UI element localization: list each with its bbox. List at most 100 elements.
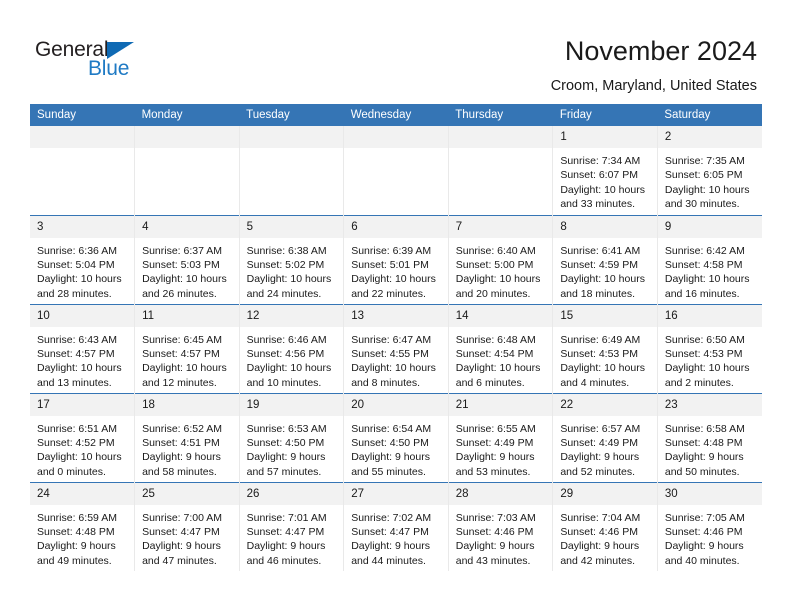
sunrise-text: Sunrise: 6:58 AM [664, 422, 745, 435]
sunrise-text: Sunrise: 7:05 AM [664, 511, 745, 524]
calendar-day-cell-empty [343, 126, 449, 215]
day-number [448, 126, 553, 148]
calendar-day-cell[interactable]: 19 Sunrise: 6:53 AM Sunset: 4:50 PM Dayligh… [238, 392, 345, 482]
sunset-text: Sunset: 4:55 PM [351, 347, 429, 360]
daylight-text: Daylight: 10 hours and 6 minutes. [455, 362, 541, 389]
sunset-text: Sunset: 4:46 PM [455, 525, 534, 538]
calendar-day-cell[interactable]: 30 Sunrise: 7:05 AM Sunset: 4:46 PM Dayligh… [656, 481, 762, 571]
calendar-day-cell[interactable]: 27 Sunrise: 7:02 AM Sunset: 4:47 PM Dayligh… [343, 481, 449, 571]
calendar-day-cell[interactable]: 7 Sunrise: 6:40 AM Sunset: 5:00 PM Daylight… [447, 214, 554, 304]
day-number: 3 [30, 215, 135, 238]
sunrise-text: Sunrise: 7:00 AM [142, 511, 223, 524]
calendar-day-cell-empty [238, 126, 345, 215]
calendar-day-cell[interactable]: 1 Sunrise: 7:34 AM Sunset: 6:07 PM Daylight… [552, 126, 658, 215]
daylight-text: Daylight: 9 hours and 43 minutes. [455, 540, 535, 567]
sunrise-text: Sunrise: 6:42 AM [664, 244, 745, 257]
calendar-day-cell[interactable]: 3 Sunrise: 6:36 AM Sunset: 5:04 PM Daylight… [30, 214, 136, 304]
sunrise-text: Sunrise: 6:45 AM [142, 333, 223, 346]
sunset-text: Sunset: 4:53 PM [664, 347, 743, 360]
day-sun-info: Sunrise: 7:34 AM Sunset: 6:07 PM Daylight:… [553, 148, 657, 212]
calendar-day-cell[interactable]: 21 Sunrise: 6:55 AM Sunset: 4:49 PM Dayligh… [447, 392, 554, 482]
daylight-text: Daylight: 10 hours and 22 minutes. [351, 273, 436, 300]
sunrise-text: Sunrise: 7:01 AM [246, 511, 327, 524]
calendar-day-cell[interactable]: 11 Sunrise: 6:45 AM Sunset: 4:57 PM Dayligh… [134, 303, 240, 393]
sunset-text: Sunset: 5:01 PM [351, 258, 429, 271]
calendar-day-cell[interactable]: 26 Sunrise: 7:01 AM Sunset: 4:47 PM Dayligh… [238, 481, 345, 571]
daylight-text: Daylight: 9 hours and 44 minutes. [351, 540, 430, 567]
day-sun-info: Sunrise: 7:05 AM Sunset: 4:46 PM Daylight:… [658, 505, 762, 569]
calendar-day-cell[interactable]: 28 Sunrise: 7:03 AM Sunset: 4:46 PM Dayligh… [447, 481, 554, 571]
sunrise-text: Sunrise: 6:38 AM [246, 244, 327, 257]
calendar-day-cell[interactable]: 2 Sunrise: 7:35 AM Sunset: 6:05 PM Daylight… [656, 126, 762, 215]
calendar-grid: Sunday Monday Tuesday Wednesday Thursday… [30, 104, 762, 571]
day-number: 30 [657, 482, 762, 505]
calendar-day-cell[interactable]: 10 Sunrise: 6:43 AM Sunset: 4:57 PM Dayligh… [30, 303, 136, 393]
page-title: November 2024 [564, 36, 757, 66]
sunset-text: Sunset: 5:04 PM [37, 258, 115, 271]
sunrise-text: Sunrise: 6:54 AM [351, 422, 432, 435]
day-sun-info: Sunrise: 6:42 AM Sunset: 4:58 PM Daylight:… [658, 238, 762, 302]
day-number: 15 [553, 304, 657, 327]
calendar-week-row: 3 Sunrise: 6:36 AM Sunset: 5:04 PM Daylight… [30, 214, 762, 304]
calendar-day-cell-empty [134, 126, 240, 215]
sunrise-text: Sunrise: 6:37 AM [142, 244, 223, 257]
day-sun-info: Sunrise: 6:47 AM Sunset: 4:55 PM Daylight:… [344, 327, 448, 391]
sunset-text: Sunset: 4:57 PM [37, 347, 115, 360]
calendar-day-cell-empty [30, 126, 136, 215]
sunrise-text: Sunrise: 6:41 AM [560, 244, 641, 257]
day-sun-info: Sunrise: 6:37 AM Sunset: 5:03 PM Daylight:… [135, 238, 239, 302]
calendar-day-cell[interactable]: 22 Sunrise: 6:57 AM Sunset: 4:49 PM Dayligh… [552, 392, 658, 482]
day-sun-info: Sunrise: 6:53 AM Sunset: 4:50 PM Daylight:… [240, 416, 344, 480]
calendar-day-cell[interactable]: 16 Sunrise: 6:50 AM Sunset: 4:53 PM Dayligh… [656, 303, 762, 393]
calendar-day-cell[interactable]: 25 Sunrise: 7:00 AM Sunset: 4:47 PM Dayligh… [134, 481, 240, 571]
calendar-day-cell[interactable]: 8 Sunrise: 6:41 AM Sunset: 4:59 PM Daylight… [552, 214, 658, 304]
calendar-day-cell[interactable]: 5 Sunrise: 6:38 AM Sunset: 5:02 PM Daylight… [238, 214, 345, 304]
day-number [344, 126, 448, 148]
sunrise-text: Sunrise: 6:43 AM [37, 333, 117, 346]
day-number: 10 [30, 304, 135, 327]
daylight-text: Daylight: 10 hours and 2 minutes. [664, 362, 750, 389]
daylight-text: Daylight: 10 hours and 30 minutes. [664, 183, 750, 211]
daylight-text: Daylight: 9 hours and 57 minutes. [246, 451, 326, 478]
day-number [239, 126, 344, 148]
day-sun-info: Sunrise: 7:02 AM Sunset: 4:47 PM Daylight:… [344, 505, 448, 569]
page-header: General Blue November 2024 Croom, Maryla… [0, 0, 792, 104]
calendar-day-cell[interactable]: 14 Sunrise: 6:48 AM Sunset: 4:54 PM Dayligh… [447, 303, 554, 393]
sunrise-text: Sunrise: 6:57 AM [560, 422, 641, 435]
calendar-day-cell[interactable]: 20 Sunrise: 6:54 AM Sunset: 4:50 PM Dayligh… [343, 392, 449, 482]
day-sun-info: Sunrise: 6:55 AM Sunset: 4:49 PM Daylight:… [449, 416, 553, 480]
calendar-day-cell[interactable]: 12 Sunrise: 6:46 AM Sunset: 4:56 PM Dayligh… [238, 303, 345, 393]
sunset-text: Sunset: 4:50 PM [246, 436, 325, 449]
day-sun-info: Sunrise: 6:45 AM Sunset: 4:57 PM Daylight:… [135, 327, 239, 391]
day-number: 20 [344, 393, 448, 416]
calendar-day-cell[interactable]: 6 Sunrise: 6:39 AM Sunset: 5:01 PM Daylight… [343, 214, 449, 304]
calendar-day-cell[interactable]: 9 Sunrise: 6:42 AM Sunset: 4:58 PM Daylight… [656, 214, 762, 304]
calendar-day-cell[interactable]: 4 Sunrise: 6:37 AM Sunset: 5:03 PM Daylight… [134, 214, 240, 304]
calendar-day-cell[interactable]: 13 Sunrise: 6:47 AM Sunset: 4:55 PM Dayligh… [343, 303, 449, 393]
day-number: 29 [553, 482, 657, 505]
day-sun-info: Sunrise: 6:38 AM Sunset: 5:02 PM Daylight:… [240, 238, 344, 302]
brand-logo[interactable]: General Blue [35, 38, 215, 86]
day-number: 7 [448, 215, 553, 238]
calendar-day-cell[interactable]: 17 Sunrise: 6:51 AM Sunset: 4:52 PM Dayligh… [30, 392, 136, 482]
daylight-text: Daylight: 9 hours and 53 minutes. [455, 451, 535, 478]
sunset-text: Sunset: 4:49 PM [455, 436, 534, 449]
day-number: 27 [344, 482, 448, 505]
day-sun-info: Sunrise: 6:51 AM Sunset: 4:52 PM Daylight:… [30, 416, 134, 480]
sunset-text: Sunset: 5:00 PM [455, 258, 534, 271]
sunrise-text: Sunrise: 6:55 AM [455, 422, 536, 435]
day-number: 8 [553, 215, 657, 238]
calendar-day-cell[interactable]: 15 Sunrise: 6:49 AM Sunset: 4:53 PM Dayligh… [552, 303, 658, 393]
calendar-week-row: 17 Sunrise: 6:51 AM Sunset: 4:52 PM Dayligh… [30, 392, 762, 482]
sunset-text: Sunset: 4:46 PM [560, 525, 638, 538]
day-sun-info: Sunrise: 6:46 AM Sunset: 4:56 PM Daylight:… [240, 327, 344, 391]
calendar-day-cell[interactable]: 18 Sunrise: 6:52 AM Sunset: 4:51 PM Dayligh… [134, 392, 240, 482]
day-number: 26 [239, 482, 344, 505]
calendar-day-cell[interactable]: 23 Sunrise: 6:58 AM Sunset: 4:48 PM Dayligh… [656, 392, 762, 482]
sunset-text: Sunset: 4:53 PM [560, 347, 638, 360]
calendar-day-cell[interactable]: 24 Sunrise: 6:59 AM Sunset: 4:48 PM Dayligh… [30, 481, 136, 571]
calendar-day-cell[interactable]: 29 Sunrise: 7:04 AM Sunset: 4:46 PM Dayligh… [552, 481, 658, 571]
weekday-header-tuesday: Tuesday [239, 104, 344, 126]
daylight-text: Daylight: 10 hours and 28 minutes. [37, 273, 122, 300]
daylight-text: Daylight: 10 hours and 16 minutes. [664, 273, 750, 300]
